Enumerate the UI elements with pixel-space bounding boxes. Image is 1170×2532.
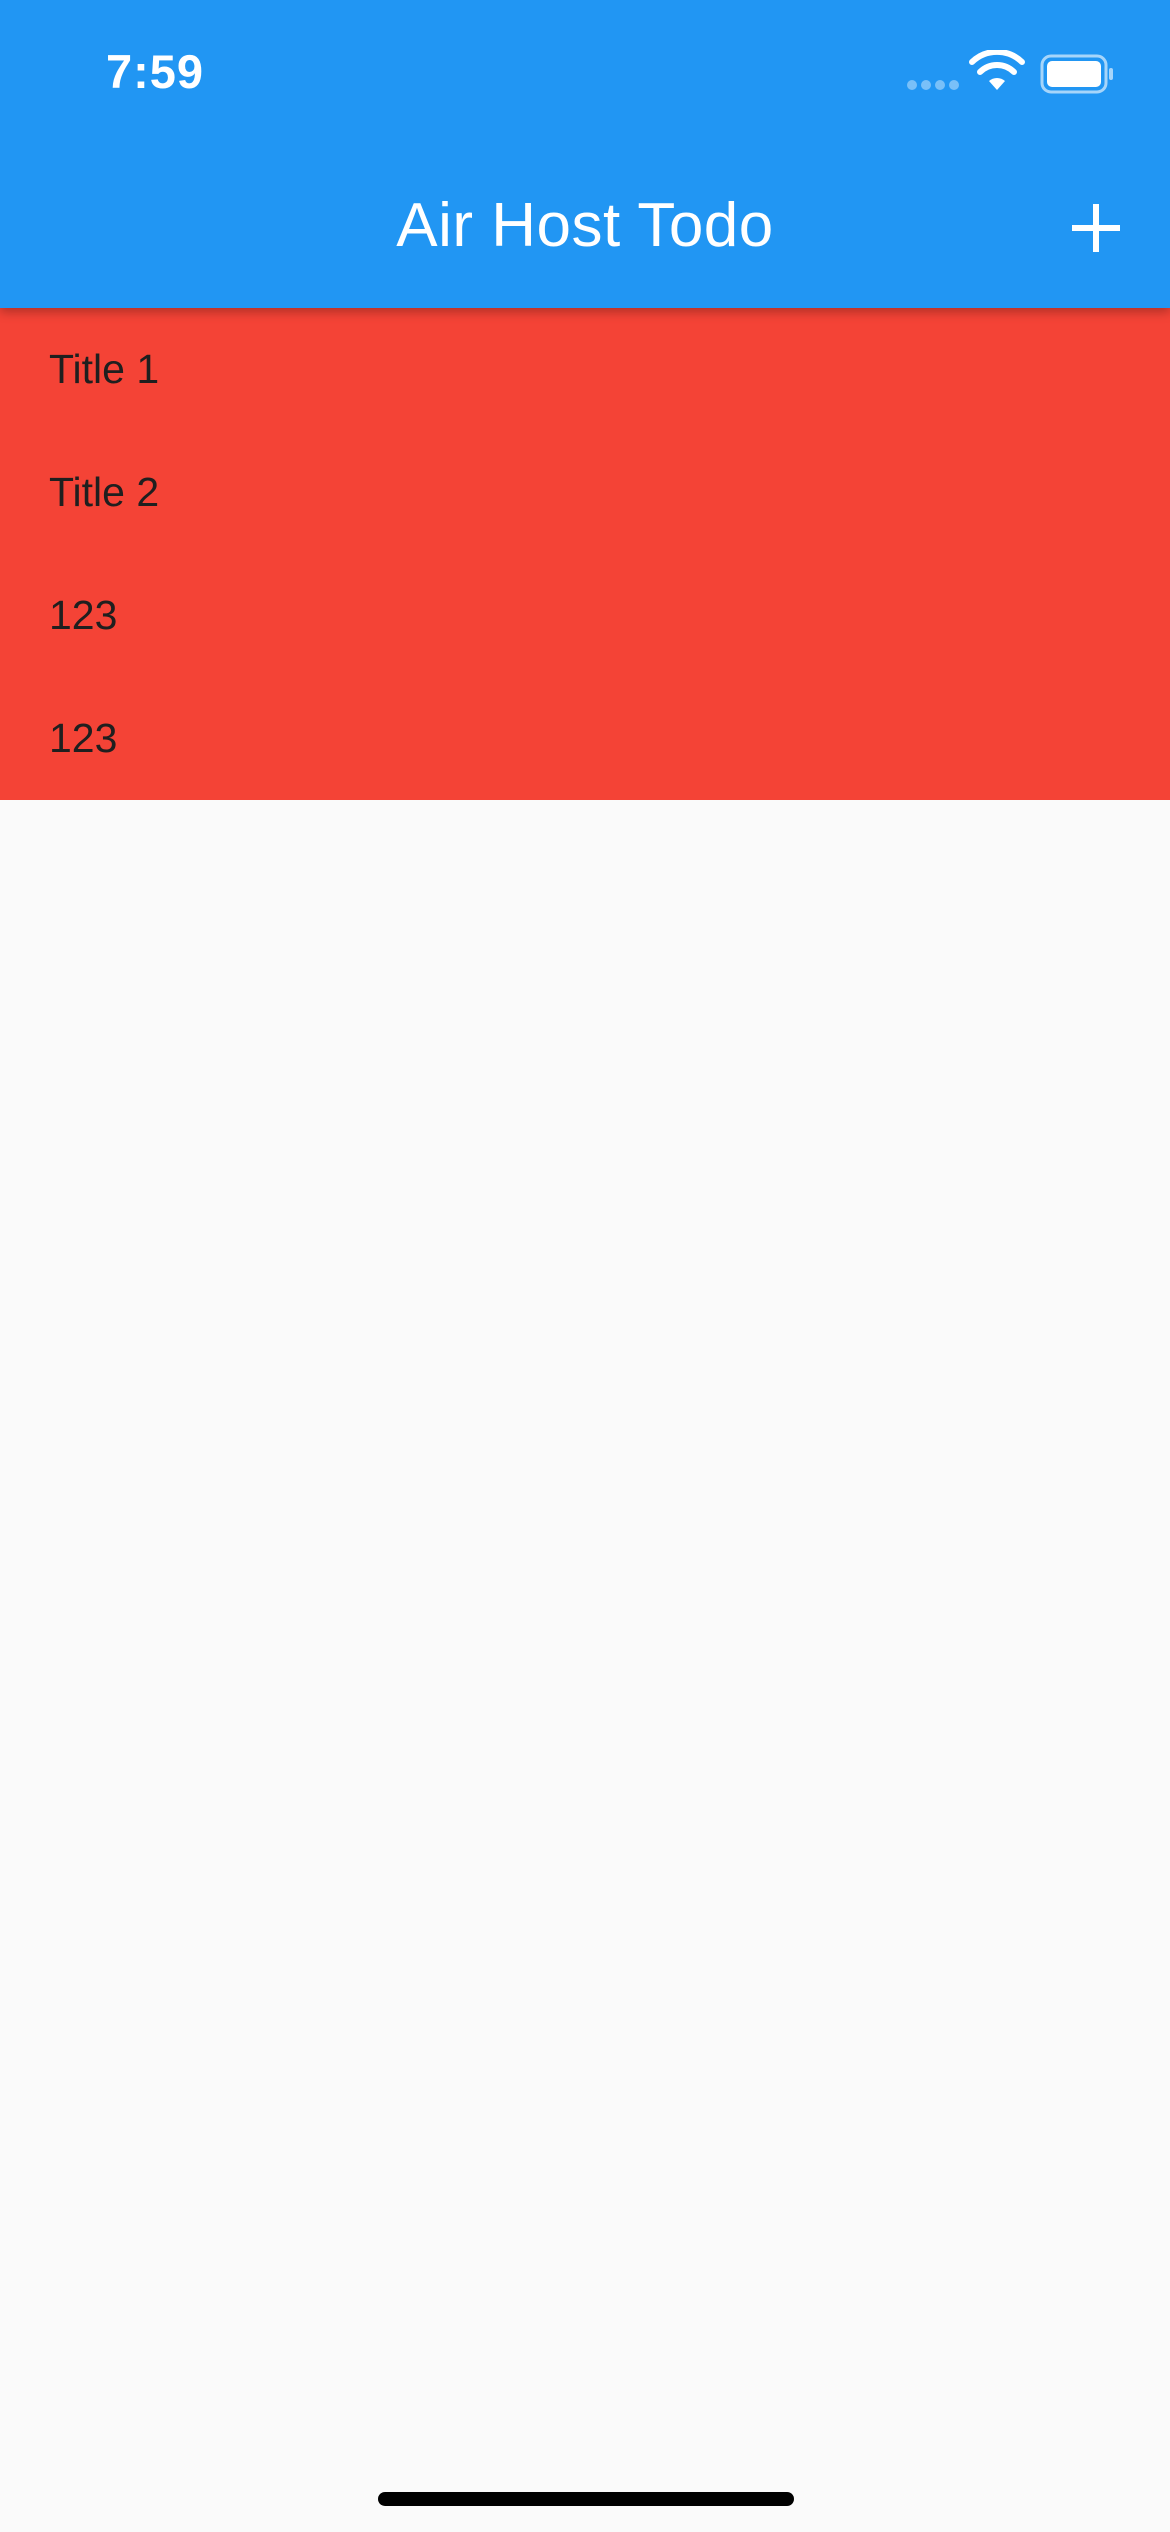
wifi-icon: [969, 50, 1025, 90]
cellular-signal-icon: [907, 80, 959, 90]
status-time: 7:59: [106, 45, 205, 98]
list-item[interactable]: 123: [0, 554, 1170, 677]
list-item[interactable]: Title 1: [0, 308, 1170, 431]
home-indicator[interactable]: [378, 2492, 794, 2506]
todo-list: Title 1 Title 2 123 123: [0, 308, 1170, 800]
plus-icon: [1072, 204, 1120, 252]
todo-title: Title 2: [49, 469, 160, 515]
battery-icon: [1040, 54, 1113, 94]
todo-title: 123: [49, 715, 118, 761]
page-title: Air Host Todo: [396, 191, 774, 260]
todo-title: Title 1: [49, 346, 160, 392]
app-bar: 7:59 Air Host Todo: [0, 0, 1170, 308]
add-todo-button[interactable]: [1064, 196, 1128, 260]
list-item[interactable]: Title 2: [0, 431, 1170, 554]
list-item[interactable]: 123: [0, 677, 1170, 800]
todo-title: 123: [49, 592, 118, 638]
